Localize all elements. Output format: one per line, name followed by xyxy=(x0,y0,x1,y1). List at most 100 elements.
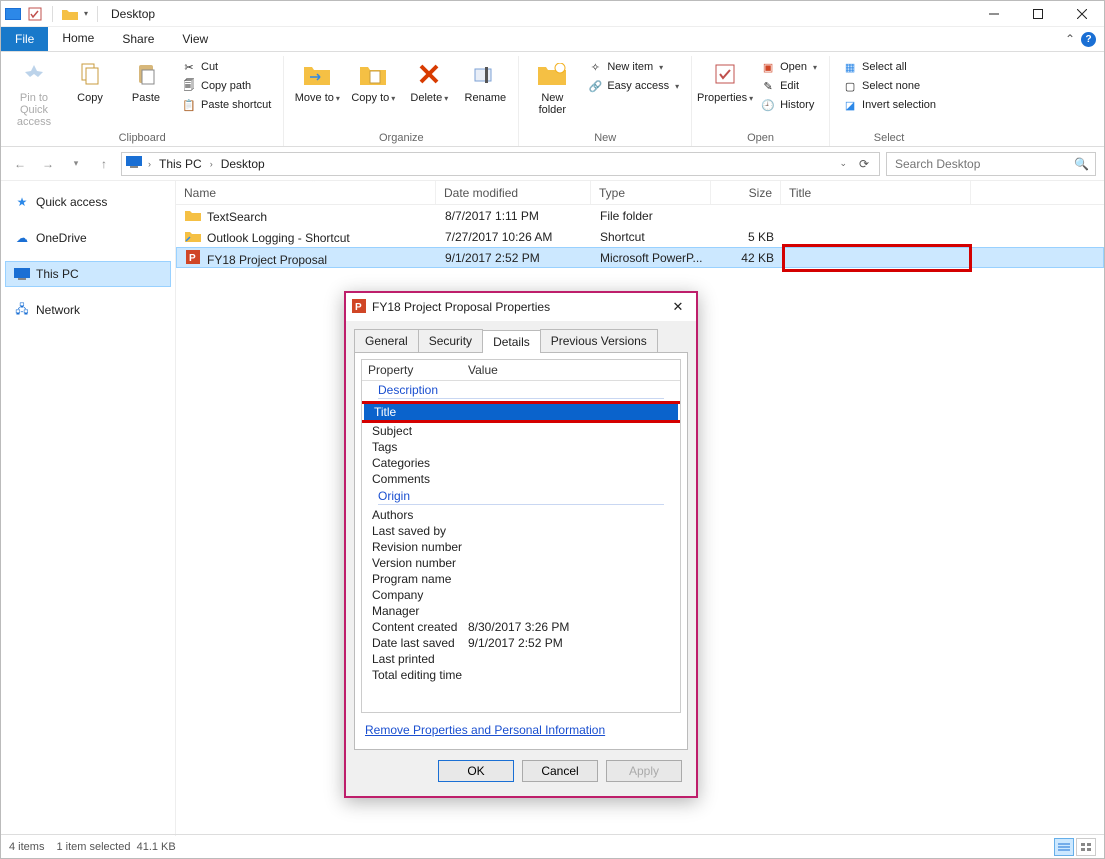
qat-dropdown[interactable]: ▾ xyxy=(84,9,88,18)
edit-icon: ✎ xyxy=(760,78,776,94)
tab-view[interactable]: View xyxy=(168,27,222,51)
copy-path-button[interactable]: 🗐Copy path xyxy=(179,77,273,95)
invert-selection-icon: ◪ xyxy=(842,97,858,113)
copy-to-button[interactable]: Copy to▾ xyxy=(346,56,400,106)
tab-share[interactable]: Share xyxy=(108,27,168,51)
onedrive-icon: ☁ xyxy=(14,230,30,246)
new-item-button[interactable]: ✧New item▾ xyxy=(585,58,681,76)
prop-row-last-saved-by[interactable]: Last saved by xyxy=(362,523,680,539)
search-box[interactable]: 🔍 xyxy=(886,152,1096,176)
breadcrumb-leaf[interactable]: Desktop xyxy=(219,157,267,171)
nav-quick-access[interactable]: ★ Quick access xyxy=(5,189,171,215)
properties-rows[interactable]: Description Title Subject Tags Categorie… xyxy=(362,381,680,712)
collapse-ribbon-icon[interactable]: ⌃ xyxy=(1065,32,1075,46)
prop-row-manager[interactable]: Manager xyxy=(362,603,680,619)
scissors-icon: ✂ xyxy=(181,59,197,75)
prop-row-company[interactable]: Company xyxy=(362,587,680,603)
history-button[interactable]: 🕘History xyxy=(758,96,819,114)
recent-locations-button[interactable]: ▾ xyxy=(65,153,87,175)
new-folder-button[interactable]: New folder xyxy=(525,56,579,118)
prop-row-tags[interactable]: Tags xyxy=(362,439,680,455)
column-type[interactable]: Type xyxy=(591,181,711,204)
refresh-button[interactable]: ⟳ xyxy=(853,157,875,171)
dialog-details-panel: Property Value Description Title Subject xyxy=(354,353,688,750)
prop-row-categories[interactable]: Categories xyxy=(362,455,680,471)
column-size[interactable]: Size xyxy=(711,181,781,204)
delete-icon xyxy=(413,58,445,90)
prop-row-subject[interactable]: Subject xyxy=(362,423,680,439)
breadcrumb-root[interactable]: This PC xyxy=(157,157,204,171)
properties-header-value[interactable]: Value xyxy=(462,360,680,380)
delete-button[interactable]: Delete▾ xyxy=(402,56,456,106)
close-button[interactable] xyxy=(1060,1,1104,27)
prop-row-revision[interactable]: Revision number xyxy=(362,539,680,555)
dialog-tabs: General Security Details Previous Versio… xyxy=(354,329,688,353)
nav-onedrive[interactable]: ☁ OneDrive xyxy=(5,225,171,251)
network-icon: 🖧 xyxy=(14,302,30,318)
qat-properties-icon[interactable] xyxy=(27,6,43,22)
edit-button[interactable]: ✎Edit xyxy=(758,77,819,95)
prop-row-content-created[interactable]: Content created8/30/2017 3:26 PM xyxy=(362,619,680,635)
column-name[interactable]: Name⌃ xyxy=(176,181,436,204)
prop-row-last-printed[interactable]: Last printed xyxy=(362,651,680,667)
column-title[interactable]: Title xyxy=(781,181,971,204)
minimize-button[interactable] xyxy=(972,1,1016,27)
prop-row-date-last-saved[interactable]: Date last saved9/1/2017 2:52 PM xyxy=(362,635,680,651)
prop-row-comments[interactable]: Comments xyxy=(362,471,680,487)
view-details-button[interactable] xyxy=(1054,838,1074,856)
prop-row-version[interactable]: Version number xyxy=(362,555,680,571)
tab-home[interactable]: Home xyxy=(48,27,108,51)
invert-selection-button[interactable]: ◪Invert selection xyxy=(840,96,938,114)
remove-properties-link[interactable]: Remove Properties and Personal Informati… xyxy=(365,723,677,737)
dialog-tab-general[interactable]: General xyxy=(354,329,419,352)
forward-button[interactable]: → xyxy=(37,153,59,175)
move-to-button[interactable]: Move to▾ xyxy=(290,56,344,106)
select-all-button[interactable]: ▦Select all xyxy=(840,58,938,76)
list-item[interactable]: TextSearch 8/7/2017 1:11 PM File folder xyxy=(176,205,1104,226)
apply-button[interactable]: Apply xyxy=(606,760,682,782)
paste-button[interactable]: Paste xyxy=(119,56,173,106)
prop-row-authors[interactable]: Authors xyxy=(362,507,680,523)
dialog-tab-details[interactable]: Details xyxy=(482,330,541,353)
copy-button[interactable]: Copy xyxy=(63,56,117,106)
prop-row-total-editing[interactable]: Total editing time xyxy=(362,667,680,683)
search-input[interactable] xyxy=(893,156,1068,172)
select-none-button[interactable]: ▢Select none xyxy=(840,77,938,95)
cut-button[interactable]: ✂Cut xyxy=(179,58,273,76)
help-icon[interactable]: ? xyxy=(1081,32,1096,47)
prop-row-program[interactable]: Program name xyxy=(362,571,680,587)
easy-access-button[interactable]: 🔗Easy access▾ xyxy=(585,77,681,95)
rename-button[interactable]: Rename xyxy=(458,56,512,106)
paste-shortcut-button[interactable]: 📋Paste shortcut xyxy=(179,96,273,114)
chevron-right-icon[interactable]: › xyxy=(208,159,215,169)
open-icon: ▣ xyxy=(760,59,776,75)
search-icon[interactable]: 🔍 xyxy=(1074,157,1089,171)
properties-header-property[interactable]: Property xyxy=(362,360,462,380)
list-item[interactable]: PFY18 Project Proposal 9/1/2017 2:52 PM … xyxy=(176,247,1104,268)
properties-dialog: P FY18 Project Proposal Properties ✕ Gen… xyxy=(344,291,698,798)
view-large-icons-button[interactable] xyxy=(1076,838,1096,856)
properties-button[interactable]: Properties▾ xyxy=(698,56,752,106)
nav-this-pc[interactable]: This PC xyxy=(5,261,171,287)
chevron-right-icon[interactable]: › xyxy=(146,159,153,169)
ok-button[interactable]: OK xyxy=(438,760,514,782)
nav-network[interactable]: 🖧 Network xyxy=(5,297,171,323)
pin-to-quick-access-button[interactable]: Pin to Quick access xyxy=(7,56,61,130)
maximize-button[interactable] xyxy=(1016,1,1060,27)
pin-icon xyxy=(18,58,50,90)
dialog-tab-previous-versions[interactable]: Previous Versions xyxy=(540,329,658,352)
open-button[interactable]: ▣Open▾ xyxy=(758,58,819,76)
column-date[interactable]: Date modified xyxy=(436,181,591,204)
address-bar[interactable]: › This PC › Desktop ⌄ ⟳ xyxy=(121,152,880,176)
dialog-close-button[interactable]: ✕ xyxy=(666,299,690,315)
prop-row-title[interactable]: Title xyxy=(364,404,678,420)
address-dropdown[interactable]: ⌄ xyxy=(837,158,849,169)
cancel-button[interactable]: Cancel xyxy=(522,760,598,782)
up-button[interactable]: ↑ xyxy=(93,153,115,175)
back-button[interactable]: ← xyxy=(9,153,31,175)
qat-folder-icon[interactable] xyxy=(62,6,78,22)
ribbon-group-new: New folder ✧New item▾ 🔗Easy access▾ New xyxy=(519,56,692,146)
tab-file[interactable]: File xyxy=(1,27,48,51)
dialog-tab-security[interactable]: Security xyxy=(418,329,483,352)
group-label-organize: Organize xyxy=(379,132,424,146)
